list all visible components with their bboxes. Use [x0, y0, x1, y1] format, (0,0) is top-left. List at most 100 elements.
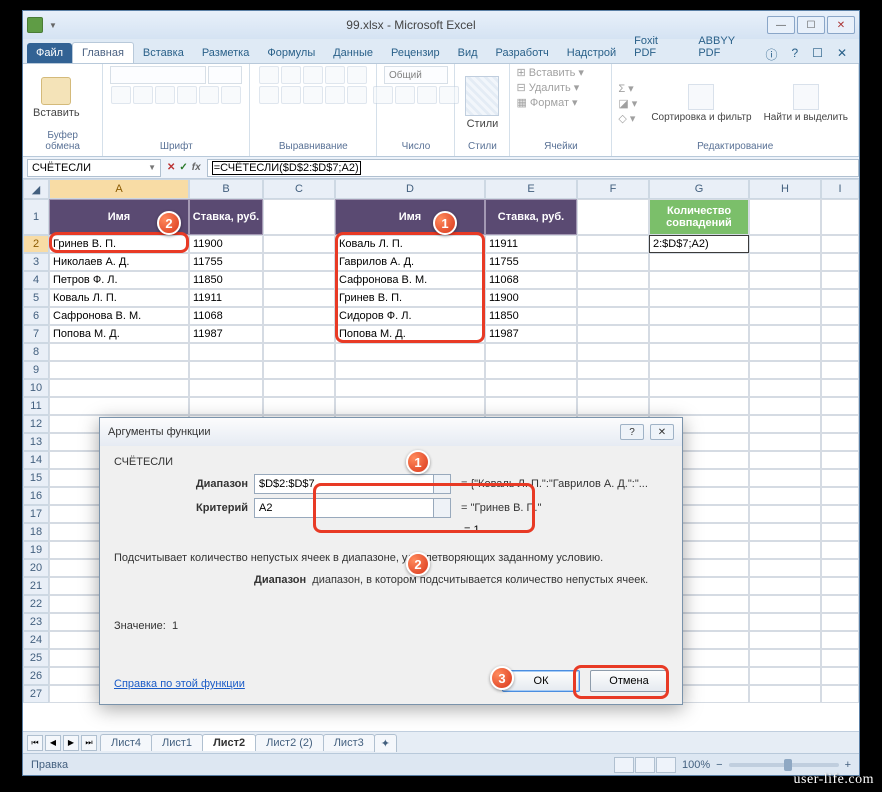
row-6[interactable]: 6 — [23, 307, 49, 325]
enter-formula-icon[interactable]: ✓ — [179, 162, 187, 173]
row-24[interactable]: 24 — [23, 631, 49, 649]
find-select-button[interactable]: Найти и выделить — [760, 82, 852, 125]
col-I[interactable]: I — [821, 179, 859, 199]
row-3[interactable]: 3 — [23, 253, 49, 271]
sheet-tab[interactable]: Лист4 — [100, 734, 152, 751]
tab-insert[interactable]: Вставка — [134, 43, 193, 63]
qat-dropdown-icon[interactable]: ▼ — [49, 21, 57, 30]
table-cell[interactable]: Сафронова В. М. — [335, 271, 485, 289]
font-size-select[interactable] — [208, 66, 242, 84]
table-cell[interactable]: 11755 — [485, 253, 577, 271]
row-4[interactable]: 4 — [23, 271, 49, 289]
tab-foxit[interactable]: Foxit PDF — [625, 31, 689, 63]
styles-button[interactable]: Стили — [461, 74, 503, 132]
table-cell[interactable]: 11911 — [189, 289, 263, 307]
cancel-button[interactable]: Отмена — [590, 670, 668, 692]
row-2[interactable]: 2 — [23, 235, 49, 253]
cancel-formula-icon[interactable]: ✕ — [167, 162, 175, 173]
table-cell[interactable]: Попова М. Д. — [335, 325, 485, 343]
row-27[interactable]: 27 — [23, 685, 49, 703]
fx-icon[interactable]: fx — [192, 162, 201, 173]
align-left[interactable] — [259, 86, 279, 104]
col-E[interactable]: E — [485, 179, 577, 199]
dialog-close-icon[interactable]: ✕ — [650, 424, 674, 440]
wrap-text[interactable] — [347, 66, 367, 84]
help-icon[interactable]: ? — [791, 46, 798, 63]
range-ref-button[interactable] — [433, 474, 451, 494]
minimize-button[interactable]: — — [767, 16, 795, 34]
table-cell[interactable]: Сафронова В. М. — [49, 307, 189, 325]
row-12[interactable]: 12 — [23, 415, 49, 433]
paste-button[interactable]: Вставить — [29, 75, 84, 121]
italic-button[interactable] — [133, 86, 153, 104]
col-F[interactable]: F — [577, 179, 649, 199]
hdr-rate-2[interactable]: Ставка, руб. — [485, 199, 577, 235]
sort-filter-button[interactable]: Сортировка и фильтр — [647, 82, 755, 125]
hdr-name-1[interactable]: Имя — [49, 199, 189, 235]
table-cell[interactable]: 11068 — [485, 271, 577, 289]
fill-color-button[interactable] — [199, 86, 219, 104]
table-cell[interactable]: 11850 — [189, 271, 263, 289]
align-right[interactable] — [303, 86, 323, 104]
row-9[interactable]: 9 — [23, 361, 49, 379]
sheet-nav-last[interactable]: ⏭ — [81, 735, 97, 751]
criteria-ref-button[interactable] — [433, 498, 451, 518]
sheet-nav-first[interactable]: ⏮ — [27, 735, 43, 751]
row-17[interactable]: 17 — [23, 505, 49, 523]
row-21[interactable]: 21 — [23, 577, 49, 595]
currency[interactable] — [373, 86, 393, 104]
dialog-help-icon[interactable]: ? — [620, 424, 644, 440]
tab-view[interactable]: Вид — [449, 43, 487, 63]
active-cell[interactable]: 2:$D$7;A2) — [649, 235, 749, 253]
align-bottom[interactable] — [303, 66, 323, 84]
table-cell[interactable]: 11900 — [485, 289, 577, 307]
maximize-button[interactable]: ☐ — [797, 16, 825, 34]
indent-dec[interactable] — [325, 86, 345, 104]
sheet-tab[interactable]: Лист1 — [151, 734, 203, 751]
window-restore-icon[interactable]: ☐ — [812, 46, 823, 63]
tab-addins[interactable]: Надстрой — [558, 43, 625, 63]
tab-home[interactable]: Главная — [72, 42, 134, 63]
table-cell[interactable]: Гаврилов А. Д. — [335, 253, 485, 271]
close-button[interactable]: ✕ — [827, 16, 855, 34]
tab-data[interactable]: Данные — [324, 43, 382, 63]
table-cell[interactable]: Николаев А. Д. — [49, 253, 189, 271]
tab-formulas[interactable]: Формулы — [258, 43, 324, 63]
table-cell[interactable]: 11068 — [189, 307, 263, 325]
row-5[interactable]: 5 — [23, 289, 49, 307]
row-25[interactable]: 25 — [23, 649, 49, 667]
table-cell[interactable]: Петров Ф. Л. — [49, 271, 189, 289]
name-box[interactable]: СЧЁТЕСЛИ▼ — [27, 159, 161, 177]
row-14[interactable]: 14 — [23, 451, 49, 469]
col-H[interactable]: H — [749, 179, 821, 199]
align-top[interactable] — [259, 66, 279, 84]
table-cell[interactable]: Гринев В. П. — [335, 289, 485, 307]
row-8[interactable]: 8 — [23, 343, 49, 361]
zoom-out-icon[interactable]: − — [716, 759, 722, 771]
row-19[interactable]: 19 — [23, 541, 49, 559]
font-select[interactable] — [110, 66, 206, 84]
sheet-nav-prev[interactable]: ◀ — [45, 735, 61, 751]
hdr-rate-1[interactable]: Ставка, руб. — [189, 199, 263, 235]
table-cell[interactable]: Гринев В. П. — [49, 235, 189, 253]
inc-dec[interactable] — [439, 86, 459, 104]
hdr-name-2[interactable]: Имя — [335, 199, 485, 235]
range-input[interactable] — [254, 474, 434, 494]
table-cell[interactable]: 11850 — [485, 307, 577, 325]
row-7[interactable]: 7 — [23, 325, 49, 343]
sheet-nav-next[interactable]: ▶ — [63, 735, 79, 751]
percent[interactable] — [395, 86, 415, 104]
zoom-in-icon[interactable]: + — [845, 759, 851, 771]
orientation[interactable] — [325, 66, 345, 84]
select-all-corner[interactable]: ◢ — [23, 179, 49, 199]
tab-developer[interactable]: Разработч — [487, 43, 558, 63]
row-20[interactable]: 20 — [23, 559, 49, 577]
ribbon-minimize-icon[interactable]: ⓘ — [765, 46, 777, 63]
sheet-tab[interactable]: Лист3 — [323, 734, 375, 751]
table-cell[interactable]: Коваль Л. П. — [49, 289, 189, 307]
table-cell[interactable]: 11987 — [189, 325, 263, 343]
underline-button[interactable] — [155, 86, 175, 104]
zoom-slider[interactable] — [729, 763, 839, 767]
dialog-help-link[interactable]: Справка по этой функции — [114, 678, 245, 690]
row-22[interactable]: 22 — [23, 595, 49, 613]
